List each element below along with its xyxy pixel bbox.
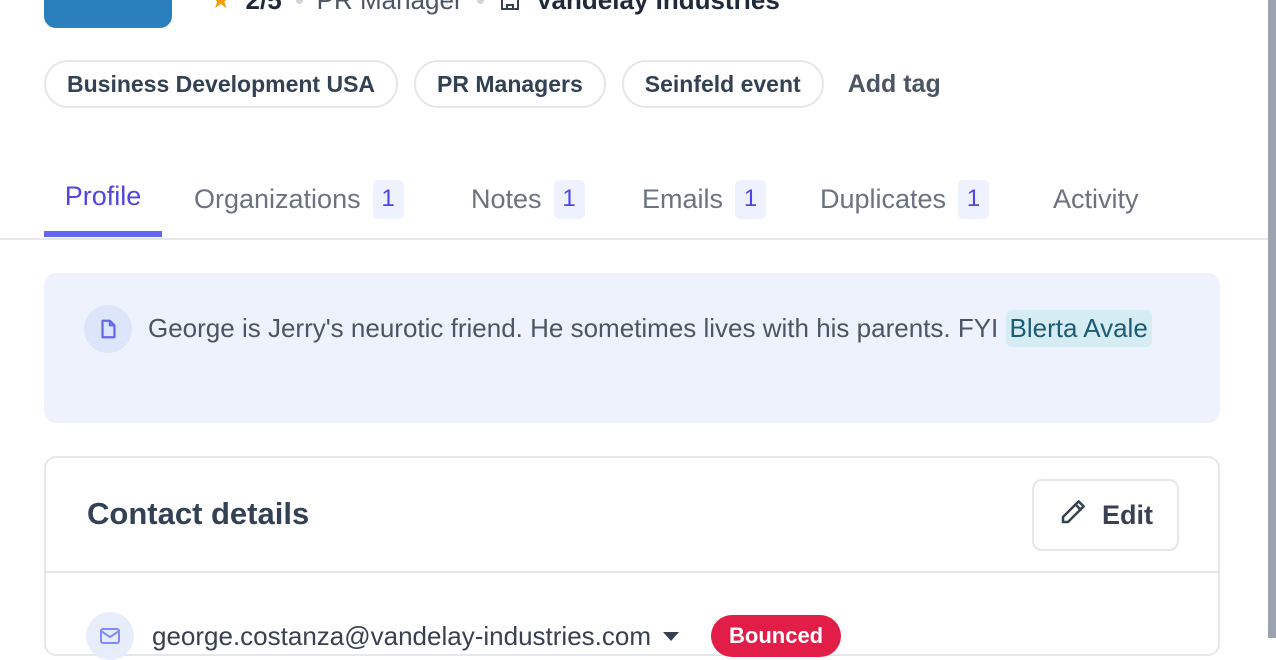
job-title: PR Manager xyxy=(317,0,463,16)
contact-details-card: Contact details Edit george.costanza@van… xyxy=(44,456,1220,660)
section-title: Contact details xyxy=(87,496,310,531)
tag-list: Business Development USA PR Managers Sei… xyxy=(44,60,941,108)
count-badge: 1 xyxy=(735,179,767,219)
edit-button[interactable]: Edit xyxy=(1032,479,1179,551)
avatar xyxy=(44,0,172,28)
tab-label: Emails xyxy=(642,183,724,214)
tag-business-development-usa[interactable]: Business Development USA xyxy=(44,60,399,108)
edit-label: Edit xyxy=(1102,499,1153,530)
add-tag-button[interactable]: Add tag xyxy=(848,70,941,99)
tab-duplicates[interactable]: Duplicates 1 xyxy=(820,160,990,238)
company-link[interactable]: Vandelay Industries xyxy=(536,0,780,16)
separator-dot xyxy=(295,0,303,4)
divider xyxy=(46,571,1218,573)
tab-profile[interactable]: Profile xyxy=(44,157,162,237)
tab-label: Organizations xyxy=(194,183,361,214)
tab-notes[interactable]: Notes 1 xyxy=(471,160,585,238)
status-badge: Bounced xyxy=(711,615,842,657)
user-mention[interactable]: Blerta Avale xyxy=(1005,310,1152,347)
document-icon xyxy=(84,305,132,353)
tab-label: Notes xyxy=(471,183,542,214)
email-address[interactable]: george.costanza@vandelay-industries.com xyxy=(152,621,651,652)
pencil-icon xyxy=(1058,497,1088,534)
tab-emails[interactable]: Emails 1 xyxy=(642,160,767,238)
star-icon: ★ xyxy=(210,0,232,14)
count-badge: 1 xyxy=(372,179,404,219)
note-body: George is Jerry's neurotic friend. He so… xyxy=(148,313,999,343)
contact-meta: ★ 2/5 PR Manager Vandelay Industries xyxy=(210,0,780,16)
email-row: george.costanza@vandelay-industries.com … xyxy=(86,612,842,660)
tab-label: Duplicates xyxy=(820,183,947,214)
tab-label: Profile xyxy=(64,180,142,211)
page-scrollbar[interactable] xyxy=(1268,0,1276,638)
tab-label: Activity xyxy=(1053,183,1139,214)
separator-dot xyxy=(476,0,484,4)
tab-bar: Profile Organizations 1 Notes 1 Emails 1… xyxy=(0,160,1268,240)
tab-activity[interactable]: Activity xyxy=(1053,160,1139,238)
tag-seinfeld-event[interactable]: Seinfeld event xyxy=(621,60,824,108)
count-badge: 1 xyxy=(958,179,990,219)
note-text: George is Jerry's neurotic friend. He so… xyxy=(148,309,1188,348)
rating: 2/5 xyxy=(246,0,282,16)
mail-icon xyxy=(86,612,134,660)
building-icon xyxy=(498,0,522,12)
tab-organizations[interactable]: Organizations 1 xyxy=(194,160,404,238)
tag-pr-managers[interactable]: PR Managers xyxy=(414,60,606,108)
count-badge: 1 xyxy=(553,179,585,219)
pinned-note: George is Jerry's neurotic friend. He so… xyxy=(44,273,1220,423)
chevron-down-icon[interactable] xyxy=(663,631,679,641)
